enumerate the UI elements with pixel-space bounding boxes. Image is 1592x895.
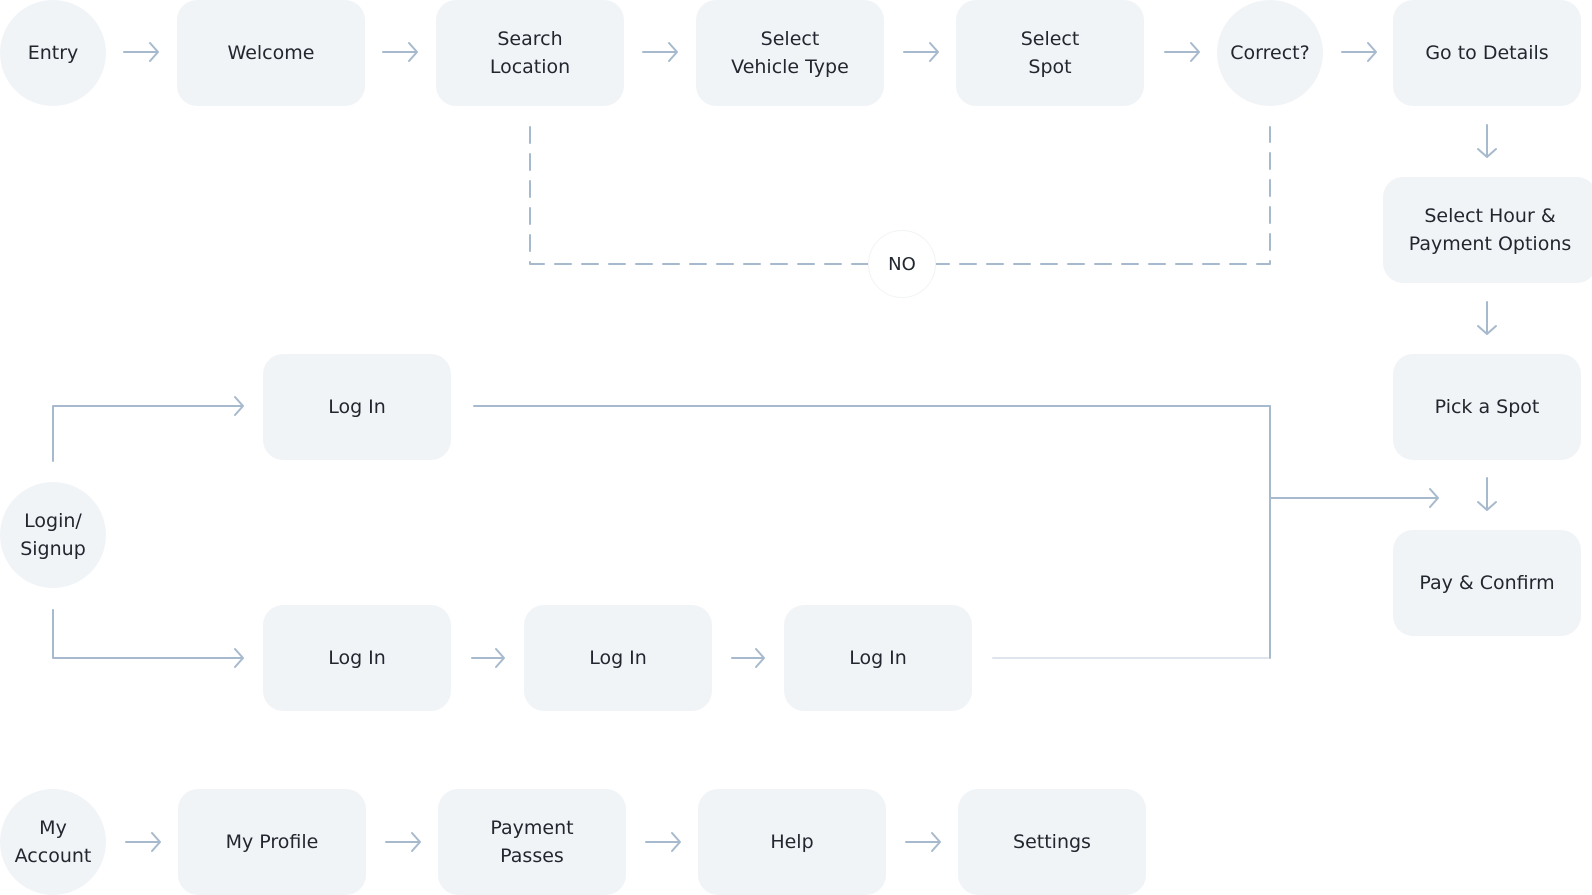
node-correct-decision[interactable]: Correct? [1217, 0, 1323, 106]
node-select-vehicle-type-label: Select Vehicle Type [731, 28, 849, 78]
node-pay-confirm[interactable]: Pay & Confirm [1393, 530, 1581, 636]
arrow-login-bottom [52, 609, 244, 668]
node-pick-a-spot[interactable]: Pick a Spot [1393, 354, 1581, 460]
node-welcome-label: Welcome [227, 42, 315, 64]
node-select-hour-payment-label: Select Hour & Payment Options [1408, 205, 1572, 255]
node-login-bottom-2-label: Log In [589, 647, 647, 669]
node-payment-passes[interactable]: Payment Passes [438, 789, 626, 895]
node-settings-label: Settings [1013, 831, 1091, 853]
arrow-login-b1-b2 [471, 648, 505, 668]
arrow-passes-help [645, 832, 681, 852]
node-my-profile[interactable]: My Profile [178, 789, 366, 895]
node-pick-a-spot-label: Pick a Spot [1434, 396, 1540, 418]
node-login-signup-label: Login/ Signup [20, 510, 86, 560]
node-select-hour-payment[interactable]: Select Hour & Payment Options [1383, 177, 1592, 283]
node-select-vehicle-type[interactable]: Select Vehicle Type [696, 0, 884, 106]
node-go-to-details-label: Go to Details [1425, 42, 1549, 64]
node-help[interactable]: Help [698, 789, 886, 895]
node-my-profile-label: My Profile [225, 831, 319, 853]
arrow-login-b2-b3 [731, 648, 765, 668]
node-select-spot[interactable]: Select Spot [956, 0, 1144, 106]
arrow-entry-welcome [123, 42, 159, 62]
arrow-welcome-search [382, 42, 418, 62]
node-payment-passes-label: Payment Passes [490, 817, 574, 867]
arrow-account-profile [125, 832, 161, 852]
node-search-location-label: Search Location [489, 28, 571, 78]
arrow-login-top [52, 396, 244, 462]
node-my-account-label: My Account [14, 817, 92, 867]
node-login-bottom-1-label: Log In [328, 647, 386, 669]
node-correct-label: Correct? [1230, 42, 1310, 64]
node-entry-label: Entry [27, 42, 79, 64]
node-my-account[interactable]: My Account [0, 789, 106, 895]
node-pay-confirm-label: Pay & Confirm [1419, 572, 1555, 594]
node-entry[interactable]: Entry [0, 0, 106, 106]
node-select-spot-label: Select Spot [1020, 28, 1080, 78]
arrow-merge-pay [1269, 488, 1439, 508]
decision-no-label: NO [868, 230, 936, 298]
node-login-bottom-3-label: Log In [849, 647, 907, 669]
node-login-bottom-2[interactable]: Log In [524, 605, 712, 711]
arrow-hour-pick [1477, 301, 1497, 335]
arrow-pick-pay [1477, 477, 1497, 511]
arrow-correct-details [1341, 42, 1377, 62]
node-login-top[interactable]: Log In [263, 354, 451, 460]
node-welcome[interactable]: Welcome [177, 0, 365, 106]
node-login-bottom-1[interactable]: Log In [263, 605, 451, 711]
node-login-top-label: Log In [328, 396, 386, 418]
arrow-search-vehicle [642, 42, 678, 62]
node-settings[interactable]: Settings [958, 789, 1146, 895]
node-login-bottom-3[interactable]: Log In [784, 605, 972, 711]
connectors-layer [52, 42, 1497, 852]
arrow-spot-correct [1164, 42, 1200, 62]
arrow-profile-passes [385, 832, 421, 852]
arrow-help-settings [905, 832, 941, 852]
node-help-label: Help [770, 831, 814, 853]
arrow-vehicle-spot [903, 42, 939, 62]
node-login-signup[interactable]: Login/ Signup [0, 482, 106, 588]
node-search-location[interactable]: Search Location [436, 0, 624, 106]
node-go-to-details[interactable]: Go to Details [1393, 0, 1581, 106]
arrow-details-hour [1477, 124, 1497, 158]
